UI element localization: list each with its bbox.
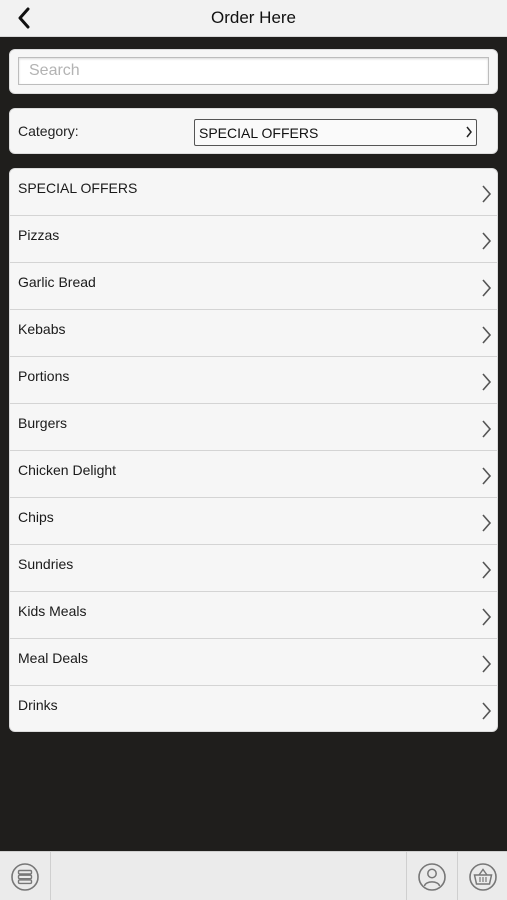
header-bar: Order Here: [0, 0, 507, 37]
list-item-label: Pizzas: [18, 227, 60, 243]
page-title: Order Here: [210, 8, 297, 27]
category-label: Category:: [18, 123, 79, 139]
back-button[interactable]: [10, 4, 38, 32]
chevron-left-icon: [18, 7, 30, 29]
chevron-right-icon: [482, 608, 492, 626]
category-selected-value: SPECIAL OFFERS: [199, 125, 319, 141]
chevron-right-icon: [482, 467, 492, 485]
chevron-right-icon: [482, 514, 492, 532]
list-item[interactable]: Garlic Bread: [10, 263, 497, 310]
list-item[interactable]: Pizzas: [10, 216, 497, 263]
menu-button[interactable]: [0, 852, 51, 900]
category-panel: Category: SPECIAL OFFERS: [9, 108, 498, 154]
list-item-label: Kids Meals: [18, 603, 87, 619]
chevron-right-icon: [482, 185, 492, 203]
chevron-right-icon: [482, 420, 492, 438]
list-item-label: Burgers: [18, 415, 68, 431]
list-item[interactable]: Chicken Delight: [10, 451, 497, 498]
bottom-toolbar: [0, 851, 507, 900]
list-item-label: Garlic Bread: [18, 274, 96, 290]
list-item[interactable]: SPECIAL OFFERS: [10, 169, 497, 216]
list-item[interactable]: Chips: [10, 498, 497, 545]
list-item-label: Portions: [18, 368, 70, 384]
list-item-label: Chicken Delight: [18, 462, 117, 478]
list-item-label: Meal Deals: [18, 650, 89, 666]
menu-stack-icon: [11, 862, 39, 891]
list-item-label: Kebabs: [18, 321, 66, 337]
chevron-right-icon: [482, 326, 492, 344]
basket-icon: [468, 862, 497, 891]
category-select[interactable]: SPECIAL OFFERS: [194, 119, 477, 146]
chevron-right-icon: [482, 702, 492, 720]
chevron-right-icon: [482, 655, 492, 673]
list-item[interactable]: Kebabs: [10, 310, 497, 357]
category-list: SPECIAL OFFERS Pizzas Garlic Bread Kebabs Po…: [9, 168, 498, 732]
list-item[interactable]: Burgers: [10, 404, 497, 451]
chevron-right-icon: [482, 561, 492, 579]
list-item-label: Sundries: [18, 556, 74, 572]
chevron-right-icon: [482, 373, 492, 391]
list-item[interactable]: Drinks: [10, 686, 497, 731]
list-item-label: Chips: [18, 509, 54, 525]
chevron-right-icon: [482, 232, 492, 250]
list-item[interactable]: Sundries: [10, 545, 497, 592]
account-button[interactable]: [406, 852, 457, 900]
chevron-right-icon: [482, 279, 492, 297]
chevron-right-icon: [466, 126, 472, 138]
search-input[interactable]: [18, 57, 489, 85]
user-icon: [418, 862, 446, 891]
list-item-label: SPECIAL OFFERS: [18, 180, 138, 196]
list-item[interactable]: Kids Meals: [10, 592, 497, 639]
basket-button[interactable]: [457, 852, 507, 900]
search-panel: [9, 49, 498, 94]
list-item-label: Drinks: [18, 697, 58, 713]
list-item[interactable]: Meal Deals: [10, 639, 497, 686]
list-item[interactable]: Portions: [10, 357, 497, 404]
